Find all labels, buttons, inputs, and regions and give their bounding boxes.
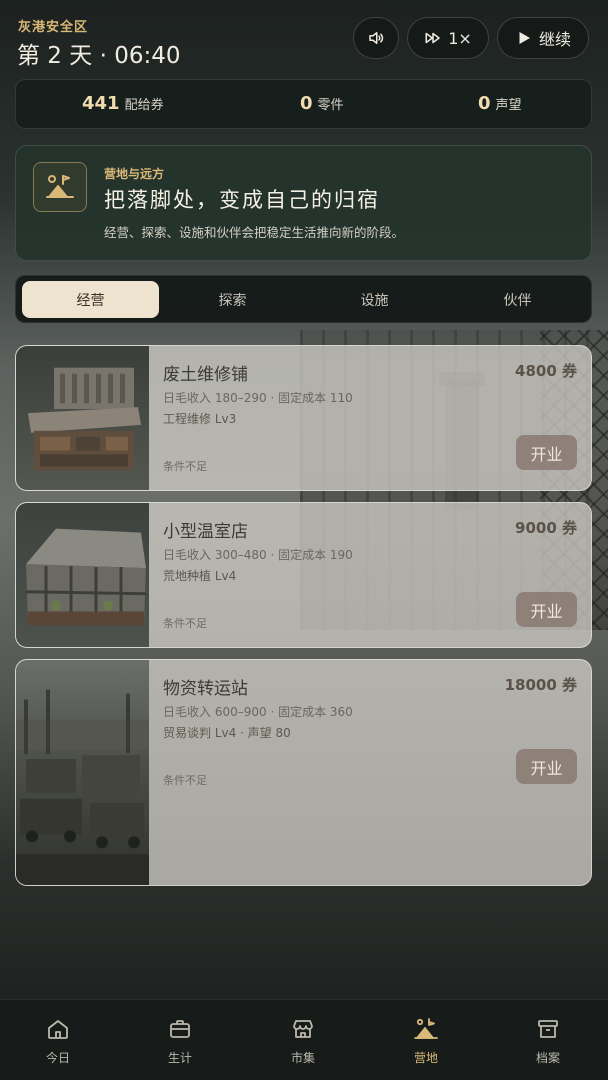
- business-card: 废土维修铺 4800 券 日毛收入 180–290 · 固定成本 110 工程维…: [15, 345, 592, 491]
- business-condition: 条件不足: [163, 460, 207, 473]
- nav-label: 档案: [535, 1051, 560, 1065]
- speed-button[interactable]: 1×: [407, 17, 489, 59]
- briefcase-icon: [170, 1020, 190, 1038]
- camp-tabs: 经营 探索 设施 伙伴: [15, 275, 592, 323]
- nav-label: 营地: [413, 1051, 438, 1065]
- continue-label: 继续: [538, 30, 571, 49]
- nav-label: 今日: [45, 1051, 70, 1065]
- speaker-icon: [369, 32, 384, 44]
- tab-facilities[interactable]: 设施: [306, 281, 443, 318]
- nav-item-today[interactable]: 今日: [13, 1017, 103, 1066]
- nav-item-archive[interactable]: 档案: [503, 1017, 593, 1066]
- resource-bar: 441 配给券 0 零件 0 声望: [15, 79, 592, 129]
- nav-item-market[interactable]: 市集: [258, 1017, 348, 1066]
- bottom-nav: 今日 生计 市集 营地 档案: [0, 999, 608, 1080]
- transit-yard-image: [16, 660, 149, 885]
- tab-partners[interactable]: 伙伴: [449, 281, 586, 318]
- business-condition: 条件不足: [163, 774, 207, 787]
- resource-parts: 0 零件: [300, 93, 344, 114]
- tab-business[interactable]: 经营: [22, 281, 159, 318]
- camp-icon: [414, 1018, 438, 1039]
- day-time: 第 2 天 · 06:40: [17, 43, 181, 69]
- banner-title: 把落脚处，变成自己的归宿: [104, 188, 380, 212]
- business-stats: 日毛收入 600–900 · 固定成本 360: [163, 705, 353, 719]
- nav-item-camp[interactable]: 营地: [381, 1017, 471, 1066]
- nav-item-livelihood[interactable]: 生计: [135, 1017, 225, 1066]
- business-price: 4800 券: [515, 362, 577, 380]
- open-business-button[interactable]: 开业: [516, 435, 577, 470]
- nav-label: 市集: [290, 1051, 315, 1065]
- business-name: 废土维修铺: [163, 365, 248, 385]
- tab-explore[interactable]: 探索: [164, 281, 301, 318]
- open-business-button[interactable]: 开业: [516, 592, 577, 627]
- open-business-button[interactable]: 开业: [516, 749, 577, 784]
- business-card: 小型温室店 9000 券 日毛收入 300–480 · 固定成本 190 荒地种…: [15, 502, 592, 648]
- business-requirement: 工程维修 Lv3: [163, 412, 237, 426]
- business-stats: 日毛收入 180–290 · 固定成本 110: [163, 391, 353, 405]
- resource-ration-coupons: 441 配给券: [82, 93, 164, 114]
- resource-value: 441: [82, 93, 120, 114]
- greenhouse-image: [16, 503, 149, 647]
- sound-button[interactable]: [353, 17, 399, 59]
- resource-reputation: 0 声望: [478, 93, 522, 114]
- business-name: 物资转运站: [163, 679, 248, 699]
- nav-label: 生计: [167, 1051, 192, 1065]
- camp-icon: [33, 162, 87, 212]
- business-requirement: 荒地种植 Lv4: [163, 569, 237, 583]
- business-name: 小型温室店: [163, 522, 248, 542]
- resource-value: 0: [300, 93, 313, 114]
- top-bar: 灰港安全区 第 2 天 · 06:40 1× 继续: [0, 0, 608, 80]
- business-stats: 日毛收入 300–480 · 固定成本 190: [163, 548, 353, 562]
- play-icon: [519, 32, 530, 44]
- business-price: 18000 券: [504, 676, 577, 694]
- banner-description: 经营、探索、设施和伙伴会把稳定生活推向新的阶段。: [104, 225, 405, 240]
- home-icon: [48, 1020, 68, 1039]
- business-condition: 条件不足: [163, 617, 207, 630]
- business-card: 物资转运站 18000 券 日毛收入 600–900 · 固定成本 360 贸易…: [15, 659, 592, 886]
- resource-label: 零件: [317, 98, 344, 113]
- camp-banner: 营地与远方 把落脚处，变成自己的归宿 经营、探索、设施和伙伴会把稳定生活推向新的…: [15, 145, 592, 261]
- continue-button[interactable]: 继续: [497, 17, 589, 59]
- archive-icon: [538, 1020, 558, 1038]
- fast-forward-icon: [425, 32, 440, 44]
- resource-label: 声望: [495, 98, 522, 113]
- zone-name: 灰港安全区: [18, 20, 89, 35]
- banner-kicker: 营地与远方: [104, 167, 165, 181]
- workbench-image: [16, 346, 149, 490]
- business-price: 9000 券: [515, 519, 577, 537]
- resource-label: 配给券: [124, 98, 164, 113]
- speed-label: 1×: [448, 28, 472, 48]
- store-icon: [293, 1020, 313, 1038]
- business-requirement: 贸易谈判 Lv4 · 声望 80: [163, 726, 291, 740]
- resource-value: 0: [478, 93, 491, 114]
